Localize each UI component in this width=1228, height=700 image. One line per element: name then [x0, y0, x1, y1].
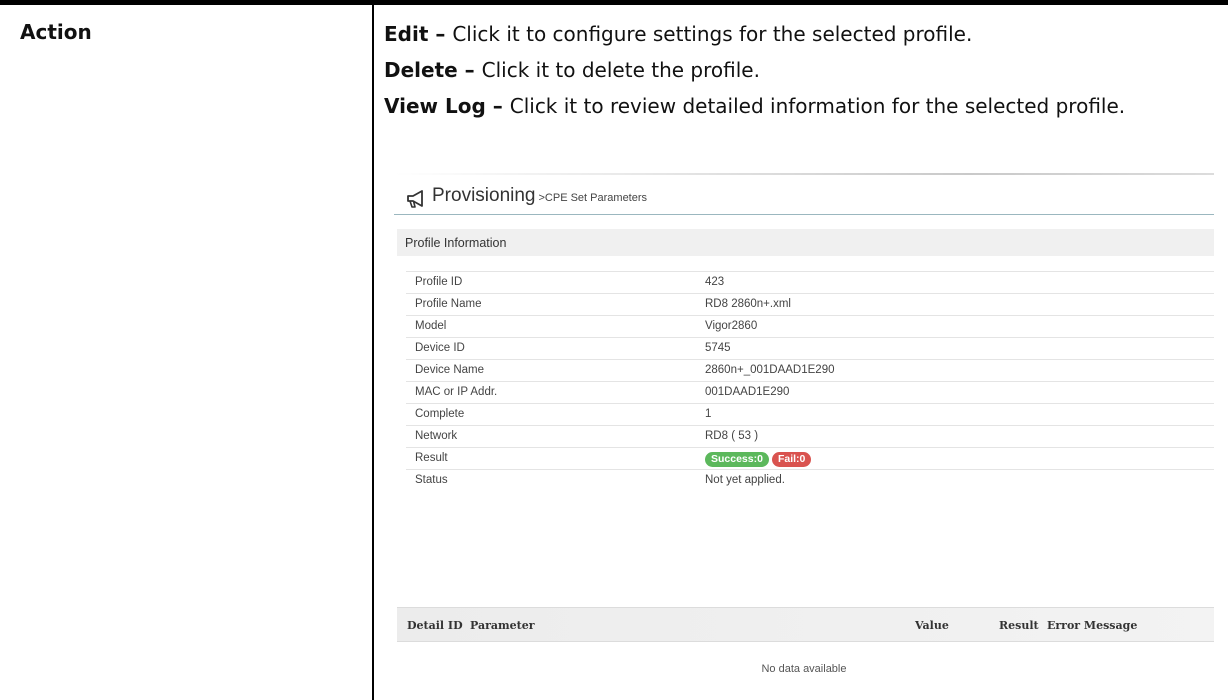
- table-row: MAC or IP Addr. 001DAAD1E290: [406, 381, 1214, 403]
- header-divider: [394, 214, 1214, 215]
- row-value: 2860n+_001DAAD1E290: [705, 364, 835, 376]
- page-header: Provisioning >CPE Set Parameters: [394, 185, 647, 213]
- row-label: Result: [415, 452, 448, 464]
- row-label: Profile ID: [415, 276, 463, 288]
- empty-table-message: No data available: [761, 663, 847, 675]
- table-row: Model Vigor2860: [406, 315, 1214, 337]
- table-top-border: [0, 0, 1228, 5]
- edit-text: Click it to configure settings for the s…: [452, 22, 973, 46]
- row-value: 423: [705, 276, 725, 288]
- row-label: Model: [415, 320, 447, 332]
- column-header-error-message[interactable]: Error Message: [1047, 619, 1137, 632]
- delete-sep: –: [457, 58, 482, 82]
- profile-info-table: Profile ID 423 Profile Name RD8 2860n+.xml…: [406, 271, 1214, 491]
- action-descriptions: Edit – Click it to configure settings fo…: [384, 19, 1204, 127]
- table-row: Status Not yet applied.: [406, 469, 1214, 491]
- row-label: Profile Name: [415, 298, 482, 310]
- field-label: Action: [20, 20, 92, 44]
- delete-description: Delete – Click it to delete the profile.: [384, 55, 1204, 85]
- view-log-sep: –: [485, 94, 510, 118]
- fail-badge: Fail:0: [771, 452, 812, 467]
- edit-description: Edit – Click it to configure settings fo…: [384, 19, 1204, 49]
- view-log-description: View Log – Click it to review detailed i…: [384, 91, 1204, 121]
- column-header-parameter[interactable]: Parameter: [470, 619, 535, 632]
- provisioning-screenshot: Provisioning >CPE Set Parameters Profile…: [394, 173, 1214, 700]
- column-header-detail-id[interactable]: Detail ID: [407, 619, 463, 632]
- row-value: Vigor2860: [705, 320, 758, 332]
- table-row: Network RD8 ( 53 ): [406, 425, 1214, 447]
- breadcrumb[interactable]: >CPE Set Parameters: [539, 192, 648, 204]
- detail-table-header: Detail ID Parameter Value Result Error M…: [397, 607, 1214, 642]
- row-value: 1: [705, 408, 712, 420]
- table-row: Result Success:0 Fail:0: [406, 447, 1214, 469]
- row-label: Status: [415, 474, 448, 486]
- column-header-result[interactable]: Result: [999, 619, 1039, 632]
- megaphone-icon: [407, 190, 423, 208]
- table-row: Device Name 2860n+_001DAAD1E290: [406, 359, 1214, 381]
- profile-info-section: Profile Information: [397, 229, 1214, 256]
- row-label: Complete: [415, 408, 465, 420]
- success-badge: Success:0: [705, 452, 769, 467]
- view-log-text: Click it to review detailed information …: [509, 94, 1126, 118]
- page-title: Provisioning: [432, 185, 536, 206]
- table-row: Device ID 5745: [406, 337, 1214, 359]
- row-value: RD8 ( 53 ): [705, 430, 759, 442]
- result-badges: Success:0 Fail:0: [705, 452, 814, 467]
- edit-term: Edit: [384, 22, 429, 46]
- table-row: Profile ID 423: [406, 271, 1214, 293]
- table-row: Profile Name RD8 2860n+.xml: [406, 293, 1214, 315]
- row-label: Device Name: [415, 364, 485, 376]
- delete-term: Delete: [384, 58, 458, 82]
- view-log-term: View Log: [384, 94, 486, 118]
- table-row: Complete 1: [406, 403, 1214, 425]
- row-label: MAC or IP Addr.: [415, 386, 498, 398]
- row-label: Network: [415, 430, 458, 442]
- delete-text: Click it to delete the profile.: [481, 58, 760, 82]
- screenshot-top-line: [394, 173, 1214, 175]
- edit-sep: –: [428, 22, 453, 46]
- row-value: 5745: [705, 342, 731, 354]
- column-divider: [372, 5, 374, 700]
- column-header-value[interactable]: Value: [915, 619, 949, 632]
- row-label: Device ID: [415, 342, 465, 354]
- row-value: 001DAAD1E290: [705, 386, 790, 398]
- row-value: Not yet applied.: [705, 474, 785, 486]
- row-value: RD8 2860n+.xml: [705, 298, 791, 310]
- section-title: Profile Information: [405, 236, 507, 250]
